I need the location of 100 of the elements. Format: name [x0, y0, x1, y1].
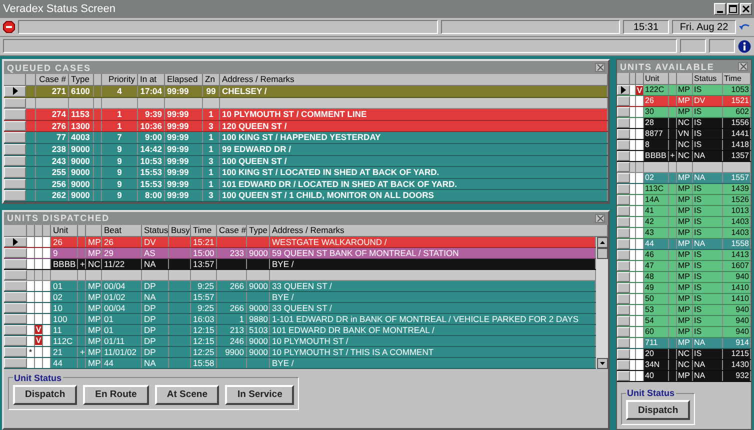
- row-header[interactable]: [4, 144, 26, 155]
- table-row[interactable]: BBBB + NC NA 1357: [617, 151, 751, 162]
- row-header[interactable]: [4, 248, 27, 258]
- table-row[interactable]: 01 MP 00/04 DP 9:25 266 9000 33 QUEEN ST /: [4, 280, 596, 292]
- column-header[interactable]: Time: [723, 73, 751, 85]
- column-header[interactable]: Status: [693, 73, 723, 85]
- column-header[interactable]: [677, 73, 693, 85]
- table-row[interactable]: 60 MP IS 940: [617, 327, 751, 338]
- table-row[interactable]: 54 MP IS 940: [617, 316, 751, 327]
- maximize-button[interactable]: [727, 3, 739, 15]
- column-header[interactable]: Priority: [102, 74, 138, 86]
- row-header[interactable]: [4, 156, 26, 166]
- column-header[interactable]: Elapsed: [165, 74, 203, 86]
- table-row[interactable]: 47 MP IS 1607: [617, 261, 751, 272]
- table-row[interactable]: 113C MP IS 1439: [617, 184, 751, 195]
- column-header[interactable]: [636, 73, 644, 85]
- info-button[interactable]: [738, 40, 751, 52]
- table-row[interactable]: 53 MP IS 940: [617, 305, 751, 316]
- status-button[interactable]: In Service: [225, 384, 294, 405]
- table-row[interactable]: 274 1153 1 9:39 99:99 1 10 PLYMOUTH ST / COMMENT LINE: [4, 109, 608, 121]
- table-row[interactable]: 271 6100 4 17:04 99:99 99 CHELSEY /: [4, 86, 608, 98]
- column-header[interactable]: Address / Remarks: [270, 224, 608, 237]
- column-header[interactable]: Unit: [644, 73, 669, 85]
- refresh-button[interactable]: [739, 22, 751, 32]
- table-row[interactable]: V 122C MP IS 1053: [617, 85, 751, 96]
- stop-button[interactable]: [3, 21, 15, 33]
- status-button[interactable]: Dispatch: [13, 384, 78, 405]
- table-row[interactable]: 41 MP IS 1013: [617, 206, 751, 217]
- table-row[interactable]: 48 MP IS 940: [617, 272, 751, 283]
- status-button[interactable]: Dispatch: [626, 400, 690, 420]
- column-header[interactable]: [669, 73, 677, 85]
- table-row[interactable]: 9 MP 29 AS 15:00 233 9000 59 QUEEN ST BANK OF MONTREAL / STATION: [4, 248, 596, 259]
- column-header[interactable]: Zn: [203, 74, 220, 86]
- row-header[interactable]: [4, 358, 27, 368]
- table-row[interactable]: 40 MP NA 932: [617, 371, 751, 382]
- table-row[interactable]: 26 MP DV 1521: [617, 96, 751, 107]
- column-header[interactable]: Busy: [169, 224, 191, 237]
- row-header[interactable]: [4, 98, 26, 108]
- column-header[interactable]: [35, 224, 43, 237]
- table-row[interactable]: BBBB + NC 11/22 NA 13:57 BYE /: [4, 258, 596, 270]
- column-header[interactable]: [26, 74, 36, 86]
- row-header[interactable]: [4, 336, 27, 346]
- row-header[interactable]: [4, 314, 27, 324]
- table-row[interactable]: 44 MP 44 NA 15:58 BYE /: [4, 358, 596, 369]
- table-row[interactable]: 49 MP IS 1410: [617, 283, 751, 294]
- scroll-up-icon[interactable]: [596, 236, 608, 248]
- row-header[interactable]: [4, 86, 26, 97]
- column-header[interactable]: Case #: [217, 224, 247, 237]
- table-row[interactable]: 30 MP IS 602: [617, 107, 751, 118]
- table-row[interactable]: 50 MP IS 1410: [617, 294, 751, 305]
- table-row[interactable]: 14A MP IS 1526: [617, 195, 751, 206]
- column-header[interactable]: Unit: [51, 224, 78, 237]
- table-row[interactable]: 256 9000 9 15:53 99:99 1 101 EDWARD DR / LOCATED IN SHED AT BACK OF YARD.: [4, 178, 608, 190]
- table-row[interactable]: 26 MP 26 DV 15:21 WESTGATE WALKAROUND /: [4, 236, 596, 248]
- table-row[interactable]: 28 NC IS 1556: [617, 118, 751, 129]
- row-header[interactable]: [4, 236, 27, 247]
- column-header[interactable]: [78, 224, 86, 237]
- row-header[interactable]: [617, 85, 630, 95]
- row-header[interactable]: [4, 292, 27, 302]
- table-row[interactable]: 42 MP IS 1403: [617, 217, 751, 228]
- row-header[interactable]: [4, 324, 27, 335]
- table-row[interactable]: V 11 MP 01 DP 12:15 213 5103 101 EDWARD DR BANK OF MONTREAL /: [4, 324, 596, 336]
- table-row[interactable]: 43 MP IS 1403: [617, 228, 751, 239]
- table-row[interactable]: 255 9000 9 15:53 99:99 1 100 KING ST / LOCATED IN SHED AT BACK OF YARD.: [4, 167, 608, 179]
- scrollbar[interactable]: [596, 236, 608, 369]
- table-row[interactable]: 46 MP IS 1413: [617, 250, 751, 261]
- row-header[interactable]: [4, 258, 27, 269]
- table-row[interactable]: 243 9000 9 10:53 99:99 3 100 QUEEN ST /: [4, 156, 608, 168]
- table-row[interactable]: 276 1300 1 10:36 99:99 3 120 QUEEN ST /: [4, 120, 608, 132]
- table-row[interactable]: 20 NC IS 1215: [617, 349, 751, 360]
- table-row[interactable]: 711 MP NA 914: [617, 338, 751, 349]
- table-row[interactable]: 8 NC IS 1418: [617, 140, 751, 151]
- row-header[interactable]: [4, 178, 26, 190]
- status-button[interactable]: At Scene: [154, 384, 220, 405]
- column-header[interactable]: Address / Remarks: [220, 74, 608, 86]
- column-header[interactable]: Time: [191, 224, 217, 237]
- table-row[interactable]: V 112C MP 01/11 DP 12:15 246 9000 10 PLYMOUTH ST /: [4, 336, 596, 347]
- row-header[interactable]: [4, 270, 27, 280]
- column-header[interactable]: Type: [247, 224, 270, 237]
- table-row[interactable]: 44 MP NA 1558: [617, 239, 751, 250]
- row-header[interactable]: [4, 120, 26, 132]
- table-row[interactable]: * 21 + MP 11/01/02 DP 12:25 9900 9000 10 PLYMOUTH ST / THIS IS A COMMENT: [4, 346, 596, 358]
- table-row[interactable]: 100 MP 01 DP 16:03 1 9880 1-101 EDWARD DR in BANK OF MONTREAL / VEHICLE PARKED FOR 2 DAYS: [4, 314, 596, 325]
- table-row[interactable]: 262 9000 9 8:00 99:99 3 100 QUEEN ST / 1 CHILD, MONITOR ON ALL DOORS: [4, 190, 608, 202]
- table-row[interactable]: 34N NC NA 1430: [617, 360, 751, 371]
- minimize-button[interactable]: [714, 3, 726, 15]
- status-button[interactable]: En Route: [83, 384, 149, 405]
- column-header[interactable]: Beat: [102, 224, 142, 237]
- table-row[interactable]: 77 4003 7 9:00 99:99 1 100 KING ST / HAPPENED YESTERDAY: [4, 132, 608, 144]
- table-row[interactable]: 02 MP 01/02 NA 15:57 BYE /: [4, 292, 596, 303]
- table-row[interactable]: 238 9000 9 14:42 99:99 1 99 EDWARD DR /: [4, 144, 608, 156]
- table-row[interactable]: 8877 VN IS 1441: [617, 129, 751, 140]
- column-header[interactable]: Type: [69, 74, 94, 86]
- column-header[interactable]: Case #: [36, 74, 69, 86]
- scroll-down-icon[interactable]: [596, 358, 608, 369]
- scroll-thumb[interactable]: [596, 248, 608, 259]
- row-header[interactable]: [4, 302, 27, 313]
- column-header[interactable]: [86, 224, 102, 237]
- row-header[interactable]: [4, 346, 27, 357]
- column-header[interactable]: Status: [142, 224, 169, 237]
